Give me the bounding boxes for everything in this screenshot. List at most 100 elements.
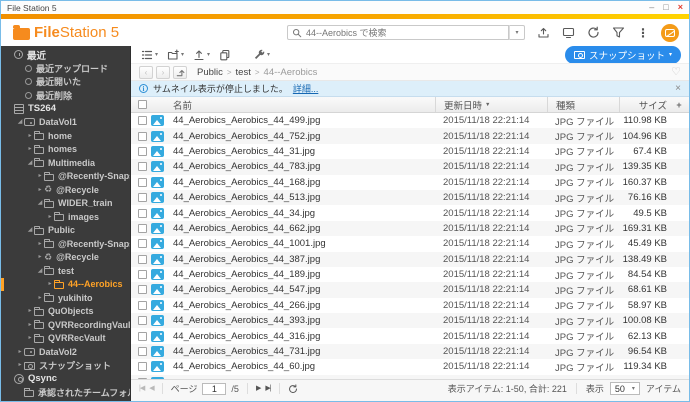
expand-arrow-icon[interactable]: ▸: [46, 214, 54, 220]
refresh-list-icon[interactable]: [288, 383, 298, 394]
sidebar-item-item[interactable]: 最近削除: [1, 89, 130, 103]
expand-arrow-icon[interactable]: ▸: [46, 281, 54, 287]
file-row[interactable]: 44_Aerobics_Aerobics_44_266.jpg 2015/11/1…: [131, 298, 689, 313]
expand-arrow-icon[interactable]: ▸: [36, 254, 44, 260]
sidebar-item-item[interactable]: ▸ スナップショット: [1, 359, 130, 373]
file-checkbox[interactable]: [138, 270, 147, 280]
maximize-button[interactable]: □: [663, 3, 668, 12]
upload-button[interactable]: ▾: [191, 48, 212, 62]
file-checkbox[interactable]: [138, 347, 147, 357]
file-checkbox[interactable]: [138, 146, 147, 156]
prev-page-button[interactable]: ◀: [149, 385, 154, 392]
expand-arrow-icon[interactable]: ▸: [36, 295, 44, 301]
sidebar-item-item[interactable]: 最近アップロード: [1, 62, 130, 76]
sidebar-item-quobjects[interactable]: ▸ QuObjects: [1, 305, 130, 319]
collapse-arrow-icon[interactable]: ◢: [36, 200, 44, 206]
sidebar-item-datavol2[interactable]: ▸ DataVol2: [1, 345, 130, 359]
view-mode-button[interactable]: ▾: [139, 48, 160, 62]
file-checkbox[interactable]: [138, 300, 147, 310]
sidebar-item-ts264[interactable]: TS264: [1, 102, 130, 116]
sidebar-item-qsync[interactable]: Qsync: [1, 372, 130, 386]
expand-arrow-icon[interactable]: ▸: [36, 187, 44, 193]
collapse-arrow-icon[interactable]: ◢: [26, 227, 34, 233]
file-row[interactable]: 44_Aerobics_Aerobics_44_499.jpg 2015/11/1…: [131, 113, 689, 128]
sidebar-item-44-aerobics[interactable]: ▸ 44--Aerobics: [1, 277, 130, 292]
file-checkbox[interactable]: [138, 316, 147, 326]
file-checkbox[interactable]: [138, 177, 147, 187]
sidebar-item-item[interactable]: 最近: [1, 48, 130, 62]
sidebar-item-recently-snapshot[interactable]: ▸ @Recently-Snapshot: [1, 237, 130, 251]
remote-connection-icon[interactable]: [562, 26, 575, 39]
close-window-button[interactable]: ×: [678, 3, 683, 12]
file-row[interactable]: 44_Aerobics_Aerobics_44_731.jpg 2015/11/1…: [131, 343, 689, 360]
file-row[interactable]: 44_Aerobics_Aerobics_44_513.jpg 2015/11/1…: [131, 189, 689, 206]
file-checkbox[interactable]: [138, 362, 147, 372]
file-row[interactable]: 44_Aerobics_Aerobics_44_752.jpg 2015/11/1…: [131, 128, 689, 144]
size-column-header[interactable]: サイズ: [619, 97, 669, 112]
name-column-header[interactable]: 名前: [173, 97, 435, 112]
minimize-button[interactable]: –: [649, 3, 654, 12]
tools-button[interactable]: ▾: [251, 48, 272, 62]
file-row[interactable]: 44_Aerobics_Aerobics_44_1001.jpg 2015/11/…: [131, 236, 689, 251]
file-row[interactable]: 44_Aerobics_Aerobics_44_783.jpg 2015/11/1…: [131, 159, 689, 175]
file-row[interactable]: 44_Aerobics_Aerobics_44_662.jpg 2015/11/1…: [131, 220, 689, 237]
expand-arrow-icon[interactable]: ▸: [36, 241, 44, 247]
sidebar-item-images[interactable]: ▸ images: [1, 210, 130, 224]
file-checkbox[interactable]: [138, 131, 147, 141]
sidebar-item-item[interactable]: 最近開いた: [1, 75, 130, 89]
sidebar-item-qvrrecordingvaultsys[interactable]: ▸ QVRRecordingVaultSys: [1, 318, 130, 332]
filter-icon[interactable]: [612, 26, 625, 39]
file-checkbox[interactable]: [138, 208, 147, 218]
breadcrumb-segment-test[interactable]: test: [236, 67, 251, 78]
file-checkbox[interactable]: [138, 285, 147, 295]
file-checkbox[interactable]: [138, 223, 147, 233]
file-row[interactable]: 44_Aerobics_Aerobics_44_31.jpg 2015/11/18…: [131, 144, 689, 159]
next-page-button[interactable]: ▶: [256, 385, 261, 392]
sidebar-item-item[interactable]: 承認されたチームフォルダー: [1, 386, 130, 400]
sidebar-item-yukihito[interactable]: ▸ yukihito: [1, 291, 130, 305]
background-task-icon[interactable]: [537, 26, 550, 39]
sidebar-item-home[interactable]: ▸ home: [1, 129, 130, 143]
file-checkbox[interactable]: [138, 331, 147, 341]
user-avatar[interactable]: [661, 23, 679, 42]
sidebar-item-datavol1[interactable]: ◢ DataVol1: [1, 116, 130, 130]
sidebar-item-public[interactable]: ◢ Public: [1, 224, 130, 238]
expand-arrow-icon[interactable]: ▸: [26, 133, 34, 139]
search-input[interactable]: [306, 27, 504, 38]
collapse-arrow-icon[interactable]: ◢: [16, 119, 24, 125]
back-button[interactable]: ‹: [139, 65, 153, 79]
file-row[interactable]: 44_Aerobics_Aerobics_44_387.jpg 2015/11/1…: [131, 251, 689, 267]
expand-arrow-icon[interactable]: ▸: [26, 335, 34, 341]
file-checkbox[interactable]: [138, 116, 147, 126]
file-row[interactable]: 44_Aerobics_Aerobics_44_547.jpg 2015/11/1…: [131, 282, 689, 298]
file-checkbox[interactable]: [138, 193, 147, 203]
first-page-button[interactable]: |◀: [139, 385, 145, 392]
expand-arrow-icon[interactable]: ▸: [16, 349, 24, 355]
expand-arrow-icon[interactable]: ▸: [36, 173, 44, 179]
last-page-button[interactable]: ▶|: [265, 385, 271, 392]
collapse-arrow-icon[interactable]: ◢: [36, 268, 44, 274]
file-row[interactable]: 44_Aerobics_Aerobics_44_393.jpg 2015/11/1…: [131, 313, 689, 329]
column-options-button[interactable]: +: [669, 97, 689, 112]
create-folder-button[interactable]: ▾: [165, 48, 186, 62]
sidebar-item-recently-snapshot[interactable]: ▸ @Recently-Snapshot: [1, 170, 130, 184]
file-checkbox[interactable]: [138, 254, 147, 264]
close-infobar-button[interactable]: ×: [675, 83, 681, 94]
details-link[interactable]: 詳細...: [293, 82, 319, 95]
expand-arrow-icon[interactable]: ▸: [26, 146, 34, 152]
sidebar-item-test[interactable]: ◢ test: [1, 264, 130, 278]
forward-button[interactable]: ›: [156, 65, 170, 79]
file-checkbox[interactable]: [138, 162, 147, 172]
sidebar-item-homes[interactable]: ▸ homes: [1, 143, 130, 157]
file-row[interactable]: 44_Aerobics_Aerobics_44_34.jpg 2015/11/18…: [131, 205, 689, 220]
expand-arrow-icon[interactable]: ▸: [26, 322, 34, 328]
sidebar-item-multimedia[interactable]: ◢ Multimedia: [1, 156, 130, 170]
expand-arrow-icon[interactable]: ▸: [26, 308, 34, 314]
page-size-select[interactable]: 50 ▾: [609, 382, 640, 395]
sidebar-item-wider-train[interactable]: ◢ WIDER_train: [1, 197, 130, 211]
select-all-checkbox[interactable]: [138, 100, 147, 109]
sidebar-item-qvrrecvault[interactable]: ▸ QVRRecVault: [1, 332, 130, 346]
breadcrumb-segment-public[interactable]: Public: [197, 67, 223, 78]
favorite-button[interactable]: ♡: [671, 66, 681, 78]
collapse-arrow-icon[interactable]: ◢: [26, 160, 34, 166]
